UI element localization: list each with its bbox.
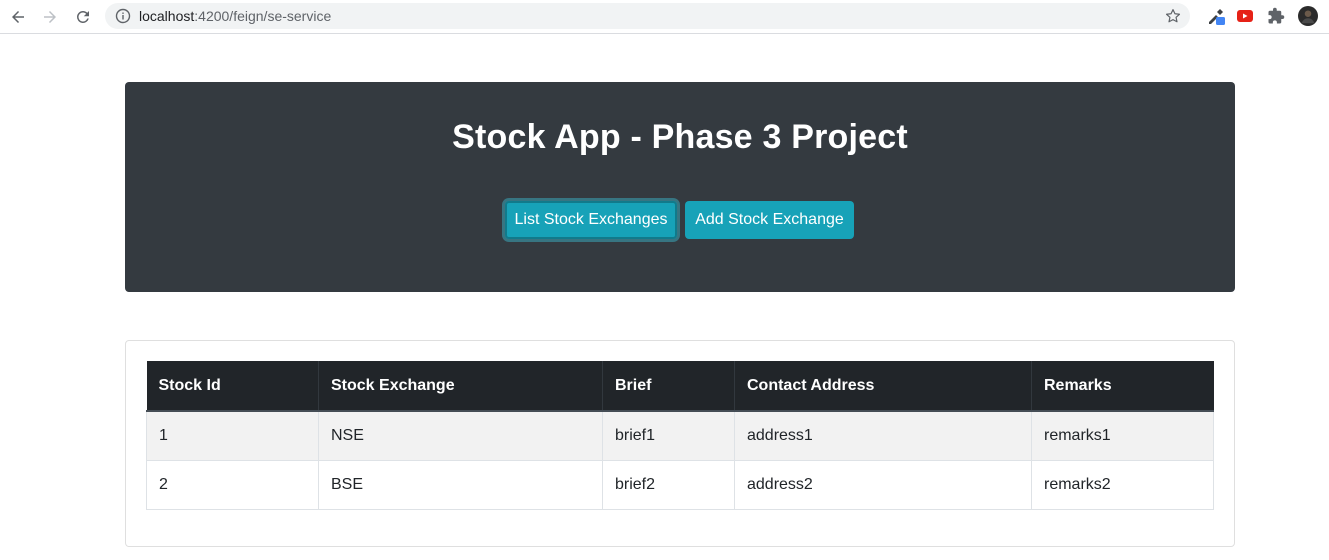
info-icon[interactable] (115, 8, 131, 24)
table-row: 2 BSE brief2 address2 remarks2 (146, 459, 1214, 510)
page-title: Stock App - Phase 3 Project (452, 118, 908, 156)
table-row: 1 NSE brief1 address1 remarks1 (146, 410, 1214, 461)
cell-remarks: remarks1 (1031, 410, 1214, 461)
stock-exchange-table: Stock Id Stock Exchange Brief Contact Ad… (146, 361, 1214, 510)
cell-brief: brief1 (602, 410, 735, 461)
url-text: localhost:4200/feign/se-service (139, 9, 331, 23)
youtube-extension[interactable] (1235, 6, 1255, 26)
browser-toolbar: localhost:4200/feign/se-service (0, 0, 1329, 34)
puzzle-icon (1268, 7, 1285, 24)
stock-exchange-card: Stock Id Stock Exchange Brief Contact Ad… (125, 340, 1235, 547)
reload-button[interactable] (71, 5, 95, 29)
cell-contact-address: address1 (734, 410, 1032, 461)
eyedropper-extension[interactable] (1206, 6, 1226, 26)
cell-stock-id: 2 (146, 459, 319, 510)
column-header-brief: Brief (602, 361, 735, 412)
column-header-stock-id: Stock Id (146, 361, 319, 412)
back-button[interactable] (6, 5, 30, 29)
forward-button[interactable] (38, 5, 62, 29)
list-stock-exchanges-button[interactable]: List Stock Exchanges (505, 201, 677, 239)
profile-avatar[interactable] (1298, 6, 1318, 26)
jumbotron-header: Stock App - Phase 3 Project List Stock E… (125, 82, 1235, 292)
column-header-stock-exchange: Stock Exchange (318, 361, 603, 412)
youtube-icon (1237, 10, 1253, 22)
cell-brief: brief2 (602, 459, 735, 510)
url-host: localhost (139, 8, 195, 24)
url-path: :4200/feign/se-service (194, 8, 332, 24)
cell-contact-address: address2 (734, 459, 1032, 510)
address-bar[interactable]: localhost:4200/feign/se-service (105, 3, 1190, 29)
arrow-right-icon (44, 11, 56, 23)
column-header-contact-address: Contact Address (734, 361, 1032, 412)
add-stock-exchange-button[interactable]: Add Stock Exchange (685, 201, 854, 239)
cell-stock-exchange: NSE (318, 410, 603, 461)
table-header-row: Stock Id Stock Exchange Brief Contact Ad… (146, 361, 1214, 412)
arrow-left-icon (12, 11, 24, 23)
cell-stock-exchange: BSE (318, 459, 603, 510)
reload-icon (76, 10, 89, 23)
cell-remarks: remarks2 (1031, 459, 1214, 510)
avatar-icon (1298, 6, 1318, 26)
eyedropper-icon (1209, 9, 1225, 25)
extensions-button[interactable] (1266, 6, 1286, 26)
column-header-remarks: Remarks (1031, 361, 1214, 412)
cell-stock-id: 1 (146, 410, 319, 461)
bookmark-star-icon[interactable] (1164, 7, 1182, 25)
